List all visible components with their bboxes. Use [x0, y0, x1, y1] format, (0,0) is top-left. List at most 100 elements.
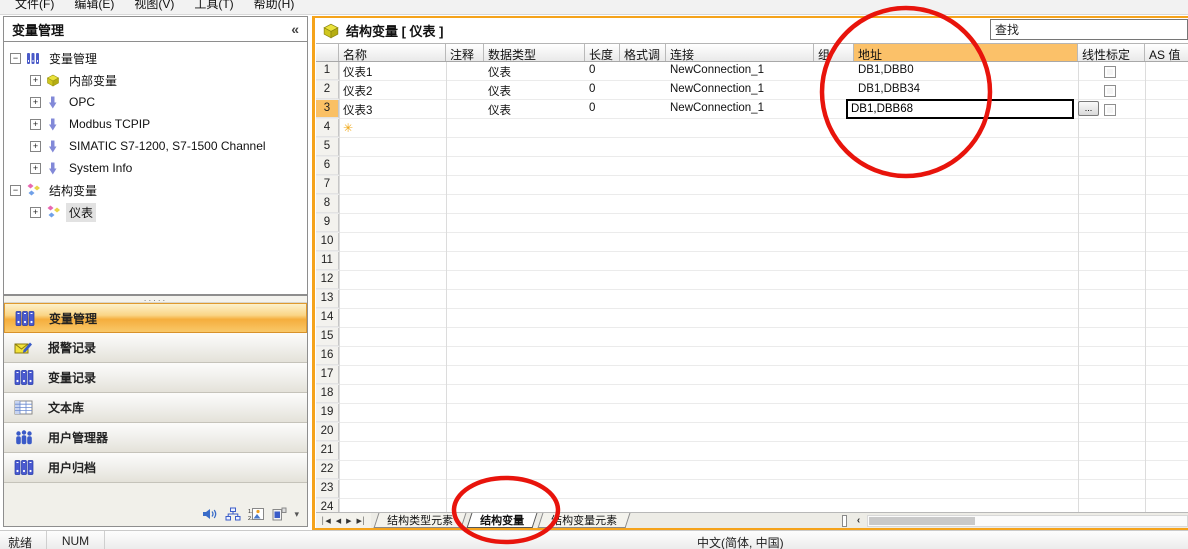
dropdown-arrow-icon[interactable]: ▾ — [294, 509, 299, 520]
column-header[interactable]: 名称 — [339, 44, 446, 61]
column-header[interactable]: 格式调 — [620, 44, 666, 61]
cell-name[interactable]: 仪表1 — [339, 62, 446, 80]
column-header[interactable]: 长度 — [585, 44, 620, 61]
row-number[interactable]: 15 — [316, 328, 339, 346]
menu-file[interactable]: 文件(F) — [8, 0, 61, 14]
linear-scaling-checkbox[interactable] — [1104, 66, 1116, 78]
row-number[interactable]: 17 — [316, 366, 339, 384]
cell-address[interactable]: DB1,DBB34 — [854, 81, 1078, 99]
row-number[interactable]: 6 — [316, 157, 339, 175]
cell-comment[interactable] — [446, 81, 484, 99]
nav-button-alarm-logging[interactable]: 报警记录 — [4, 333, 307, 363]
cell-comment[interactable] — [446, 100, 484, 118]
row-number[interactable]: 18 — [316, 385, 339, 403]
next-page-button[interactable]: ▶ — [344, 517, 353, 525]
tree-item[interactable]: + 内部变量 — [4, 69, 307, 91]
tree-item[interactable]: + Modbus TCPIP — [4, 113, 307, 135]
tree-item[interactable]: −结构变量 — [4, 179, 307, 201]
tree-item[interactable]: + SIMATIC S7-1200, S7-1500 Channel — [4, 135, 307, 157]
row-number[interactable]: 5 — [316, 138, 339, 156]
tree-item[interactable]: + System Info — [4, 157, 307, 179]
cell-connection[interactable]: NewConnection_1 — [666, 62, 814, 80]
tree-item-label[interactable]: SIMATIC S7-1200, S7-1500 Channel — [66, 138, 269, 154]
tab-scrollbar-splitter[interactable] — [842, 515, 847, 527]
cell-name[interactable]: 仪表3 — [339, 100, 446, 118]
expand-expander-icon[interactable]: + — [30, 75, 41, 86]
row-number[interactable]: 10 — [316, 233, 339, 251]
row-number[interactable]: 4 — [316, 119, 339, 137]
nav-button-text-library[interactable]: 文本库 — [4, 393, 307, 423]
row-number[interactable]: 13 — [316, 290, 339, 308]
tree-item[interactable]: +OPC — [4, 91, 307, 113]
volume-icon[interactable] — [202, 507, 218, 521]
topology-icon[interactable] — [225, 507, 241, 521]
column-header[interactable]: AS 值 — [1145, 44, 1188, 61]
cell-address[interactable]: DB1,DBB0 — [854, 62, 1078, 80]
expand-expander-icon[interactable]: + — [30, 119, 41, 130]
tree-item[interactable]: +仪表 — [4, 201, 307, 223]
prev-page-button[interactable]: ◀ — [334, 517, 343, 525]
row-number[interactable]: 16 — [316, 347, 339, 365]
last-page-button[interactable]: ▶│ — [355, 517, 369, 525]
column-header[interactable]: 注释 — [446, 44, 484, 61]
cell-comment[interactable] — [446, 62, 484, 80]
row-number[interactable]: 1 — [316, 62, 339, 80]
row-number[interactable]: 12 — [316, 271, 339, 289]
cell-connection[interactable]: NewConnection_1 — [666, 100, 814, 118]
row-number[interactable]: 21 — [316, 442, 339, 460]
cell-data-type[interactable]: 仪表 — [484, 100, 585, 118]
row-number[interactable]: 8 — [316, 195, 339, 213]
expand-expander-icon[interactable]: + — [30, 97, 41, 108]
linear-scaling-checkbox[interactable] — [1104, 85, 1116, 97]
splitter-handle[interactable]: ․․․․․ — [4, 296, 307, 303]
row-number[interactable]: 7 — [316, 176, 339, 194]
collapse-expander-icon[interactable]: − — [10, 185, 21, 196]
cell-connection[interactable]: NewConnection_1 — [666, 81, 814, 99]
column-header[interactable]: 线性标定 — [1078, 44, 1145, 61]
menu-view[interactable]: 视图(V) — [127, 0, 181, 14]
tree-item-label[interactable]: System Info — [66, 160, 135, 176]
menu-tools[interactable]: 工具(T) — [187, 0, 240, 14]
nav-button-tag-management[interactable]: 变量管理 — [4, 303, 307, 333]
image-languages-icon[interactable]: 1.2. — [248, 507, 264, 521]
cell-format[interactable] — [620, 100, 666, 118]
column-header[interactable]: 地址 — [854, 44, 1078, 61]
row-number[interactable]: 11 — [316, 252, 339, 270]
cell-format[interactable] — [620, 81, 666, 99]
cell-group[interactable] — [814, 62, 854, 80]
row-number[interactable]: 23 — [316, 480, 339, 498]
tree-item[interactable]: −变量管理 — [4, 47, 307, 69]
sheet-tab[interactable]: 结构类型元素 — [374, 513, 467, 528]
first-page-button[interactable]: │◀ — [319, 517, 333, 525]
panel-icon[interactable] — [271, 507, 287, 521]
column-header[interactable]: 连接 — [666, 44, 814, 61]
column-header[interactable]: 组 — [814, 44, 854, 61]
row-number[interactable]: 20 — [316, 423, 339, 441]
tree-item-label[interactable]: 变量管理 — [46, 49, 100, 68]
cell-length[interactable]: 0 — [585, 81, 620, 99]
menu-edit[interactable]: 编辑(E) — [67, 0, 121, 14]
expand-expander-icon[interactable]: + — [30, 163, 41, 174]
search-input[interactable] — [990, 19, 1188, 40]
row-number[interactable]: 2 — [316, 81, 339, 99]
sheet-tab[interactable]: 结构变量 — [467, 513, 538, 528]
collapse-panel-icon[interactable]: « — [291, 21, 299, 37]
row-number[interactable]: 24 — [316, 499, 339, 512]
cell-name[interactable]: 仪表2 — [339, 81, 446, 99]
linear-scaling-checkbox[interactable] — [1104, 104, 1116, 116]
scrollbar-thumb[interactable] — [869, 517, 975, 525]
nav-button-user-archive[interactable]: 用户归档 — [4, 453, 307, 483]
tree-item-label[interactable]: 内部变量 — [66, 71, 120, 90]
tree-item-label[interactable]: Modbus TCPIP — [66, 116, 153, 132]
expand-expander-icon[interactable]: + — [30, 141, 41, 152]
row-number[interactable]: 14 — [316, 309, 339, 327]
cell-length[interactable]: 0 — [585, 62, 620, 80]
scroll-left-icon[interactable]: ‹ — [852, 514, 865, 528]
cell-format[interactable] — [620, 62, 666, 80]
address-edit-input[interactable] — [846, 99, 1074, 119]
nav-button-tag-logging[interactable]: 变量记录 — [4, 363, 307, 393]
cell-length[interactable]: 0 — [585, 100, 620, 118]
column-header[interactable]: 数据类型 — [484, 44, 585, 61]
tree-item-label[interactable]: 仪表 — [66, 203, 96, 222]
sheet-tab[interactable]: 结构变量元素 — [538, 513, 631, 528]
